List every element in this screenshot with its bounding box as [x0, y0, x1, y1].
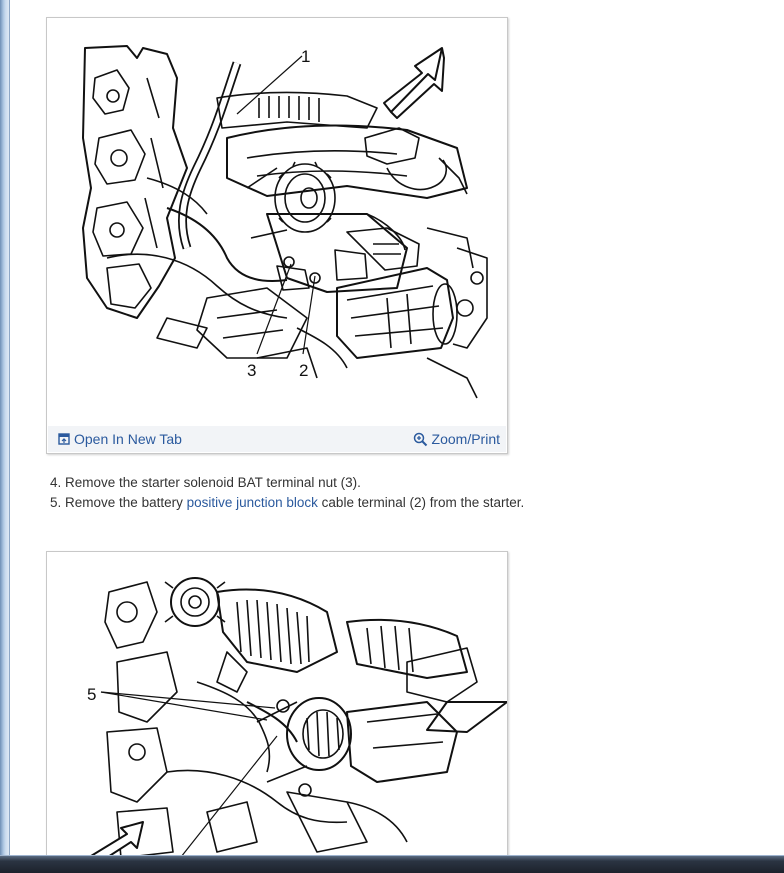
callout-1: 1	[301, 47, 310, 66]
callout-3: 3	[247, 361, 256, 380]
step-5: 5. Remove the battery positive junction …	[50, 493, 750, 513]
zoom-print-label: Zoom/Print	[431, 431, 500, 447]
step-4: 4. Remove the starter solenoid BAT termi…	[50, 473, 750, 493]
step-5-text-after: cable terminal (2) from the starter.	[317, 495, 525, 510]
callout-5: 5	[87, 685, 96, 704]
new-tab-icon	[58, 433, 70, 445]
callout-2: 2	[299, 361, 308, 380]
zoom-icon	[413, 432, 427, 446]
step-5-text-before: Remove the battery	[65, 495, 187, 510]
figure-2: 5	[46, 551, 508, 855]
document-content: 1 2 3 Open In New Tab Zoom/Print 4. Remo…	[11, 0, 784, 855]
window-frame-left	[0, 0, 10, 858]
figure-toolbar: Open In New Tab Zoom/Print	[48, 426, 506, 452]
figure-1: 1 2 3 Open In New Tab Zoom/Print	[46, 17, 508, 454]
step-5-number: 5.	[50, 495, 62, 510]
zoom-print-link[interactable]: Zoom/Print	[413, 431, 500, 447]
starter-illustration-1: 1 2 3	[82, 45, 488, 399]
step-4-text: Remove the starter solenoid BAT terminal…	[65, 475, 361, 490]
window-frame-bottom	[0, 855, 784, 873]
starter-illustration-2: 5	[87, 577, 507, 855]
procedure-steps: 4. Remove the starter solenoid BAT termi…	[50, 473, 750, 513]
positive-junction-block-link[interactable]: positive junction block	[187, 495, 318, 510]
step-4-number: 4.	[50, 475, 62, 490]
open-in-new-tab-link[interactable]: Open In New Tab	[58, 431, 182, 447]
open-in-new-tab-label: Open In New Tab	[74, 431, 182, 447]
